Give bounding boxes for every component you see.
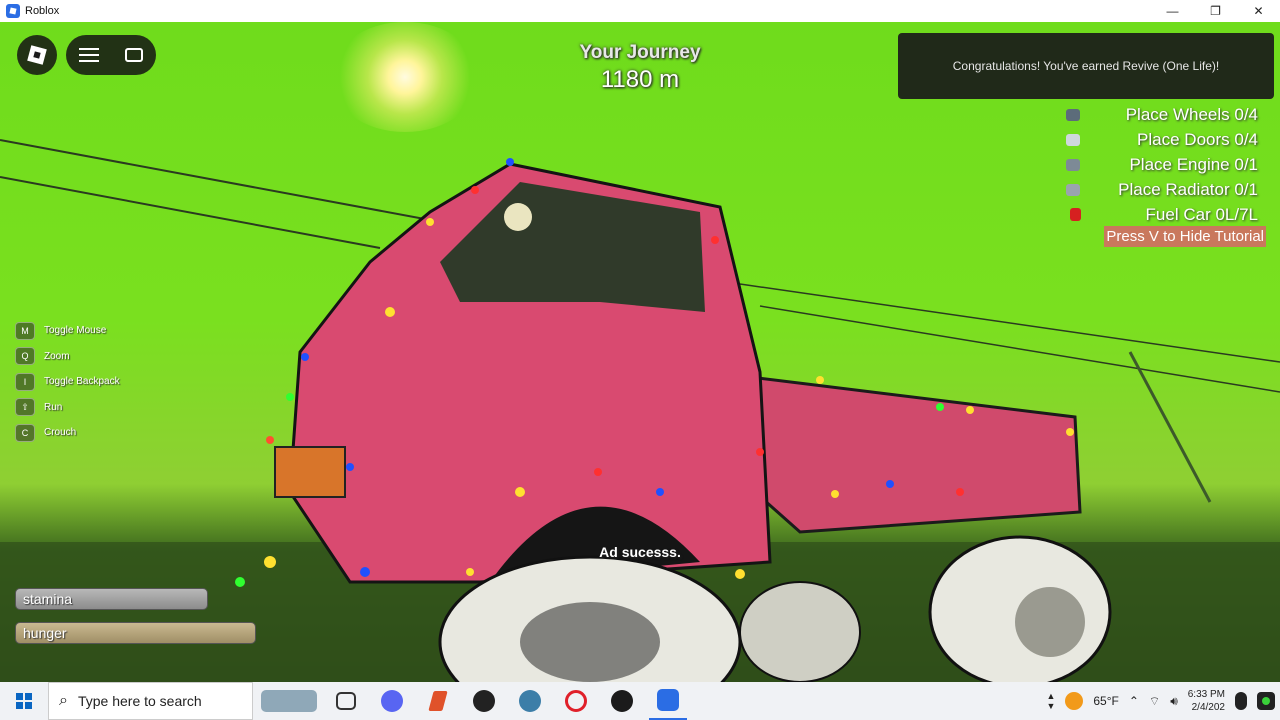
tray-scroll-icon[interactable]: ▲ ▼: [1046, 691, 1055, 711]
volume-icon[interactable]: 🔊︎: [1170, 694, 1178, 709]
power-line: [759, 305, 1280, 393]
microphone-icon[interactable]: [1235, 692, 1247, 710]
system-tray: ▲ ▼ 65°F ⌃ ⌔ 🔊︎ 6:33 PM 2/4/202: [1041, 682, 1280, 720]
roblox-taskbar-icon[interactable]: [649, 682, 687, 720]
opera-browser-icon[interactable]: [557, 682, 595, 720]
stamina-bar: stamina: [15, 588, 208, 610]
menu-chat-pill[interactable]: [66, 35, 156, 75]
windows-logo-icon: [16, 693, 32, 709]
hide-tutorial-hint: Press V to Hide Tutorial: [1104, 226, 1266, 247]
keybind-list: M Toggle Mouse Q Zoom I Toggle Backpack …: [15, 318, 120, 446]
roblox-logo-icon: [27, 45, 47, 65]
chat-icon[interactable]: [125, 48, 143, 62]
recording-indicator-icon[interactable]: [1257, 692, 1275, 710]
roblox-app-icon: [6, 4, 20, 18]
discord-app-icon[interactable]: [373, 682, 411, 720]
roblox-studio-icon[interactable]: [511, 682, 549, 720]
keybind-zoom[interactable]: Q Zoom: [15, 344, 120, 370]
keybind-toggle-mouse[interactable]: M Toggle Mouse: [15, 318, 120, 344]
clock-time: 6:33 PM: [1187, 689, 1225, 700]
journey-distance: 1180 m: [600, 66, 680, 93]
tutorial-item-doors: Place Doors 0/4: [1066, 127, 1266, 152]
temperature[interactable]: 65°F: [1093, 694, 1118, 708]
tutorial-item-engine: Place Engine 0/1: [1066, 152, 1266, 177]
windows-taskbar: ⌕ Type here to search ▲ ▼ 65°F ⌃ ⌔ 🔊︎ 6:3…: [0, 682, 1280, 720]
game-viewport[interactable]: Your Journey 1180 m Congratulations! You…: [0, 22, 1280, 682]
radiator-icon: [1066, 183, 1080, 196]
taskbar-clock[interactable]: 6:33 PM 2/4/202: [1188, 688, 1225, 714]
truck-bed: [748, 375, 1082, 534]
task-view-icon[interactable]: [327, 682, 365, 720]
power-line: [0, 176, 381, 249]
cursor-app-icon[interactable]: [419, 682, 457, 720]
wheel-icon: [1066, 108, 1080, 121]
ad-success-message: Ad sucesss.: [599, 544, 681, 560]
tutorial-item-wheels: Place Wheels 0/4: [1066, 102, 1266, 127]
hunger-bar: hunger: [15, 622, 256, 644]
power-line: [0, 139, 431, 221]
clock-date: 2/4/202: [1191, 702, 1225, 713]
start-button[interactable]: [0, 682, 48, 720]
hub: [1015, 587, 1085, 657]
roblox-menu-button[interactable]: [17, 35, 57, 75]
search-icon: ⌕: [59, 692, 68, 709]
window-title: Roblox: [25, 5, 60, 17]
taskbar-search[interactable]: ⌕ Type here to search: [48, 682, 253, 720]
close-button[interactable]: ✕: [1237, 0, 1280, 22]
keybind-toggle-backpack[interactable]: I Toggle Backpack: [15, 369, 120, 395]
taskbar-news-widget[interactable]: [259, 682, 319, 720]
journey-label: Your Journey: [579, 42, 701, 63]
minimize-button[interactable]: —: [1151, 0, 1194, 22]
wifi-icon[interactable]: ⌔: [1149, 694, 1160, 709]
keybind-run[interactable]: ⇧ Run: [15, 395, 120, 421]
door-icon: [1066, 133, 1080, 146]
tutorial-checklist: Place Wheels 0/4 Place Doors 0/4 Place E…: [1066, 102, 1266, 227]
engine-icon: [1066, 158, 1080, 171]
journey-display: Your Journey 1180 m: [540, 42, 740, 94]
wheel-pattern: [520, 602, 660, 682]
keybind-crouch[interactable]: C Crouch: [15, 420, 120, 446]
xbox-app-icon[interactable]: [603, 682, 641, 720]
search-placeholder: Type here to search: [77, 693, 202, 709]
pen-app-icon[interactable]: [465, 682, 503, 720]
chevron-up-icon[interactable]: ⌃: [1129, 694, 1139, 708]
window-titlebar: Roblox — ❐ ✕: [0, 0, 1280, 22]
tutorial-item-fuel: Fuel Car 0L/7L: [1066, 202, 1266, 227]
maximize-button[interactable]: ❐: [1194, 0, 1237, 22]
rear-wheel-inner: [739, 581, 861, 682]
power-line: [739, 283, 1280, 363]
notification-toast: Congratulations! You've earned Revive (O…: [898, 33, 1274, 99]
tutorial-item-radiator: Place Radiator 0/1: [1066, 177, 1266, 202]
hamburger-menu-icon[interactable]: [79, 48, 99, 62]
fuel-can-icon: [1070, 208, 1081, 221]
headlight: [274, 446, 346, 498]
weather-icon[interactable]: [1065, 692, 1084, 710]
